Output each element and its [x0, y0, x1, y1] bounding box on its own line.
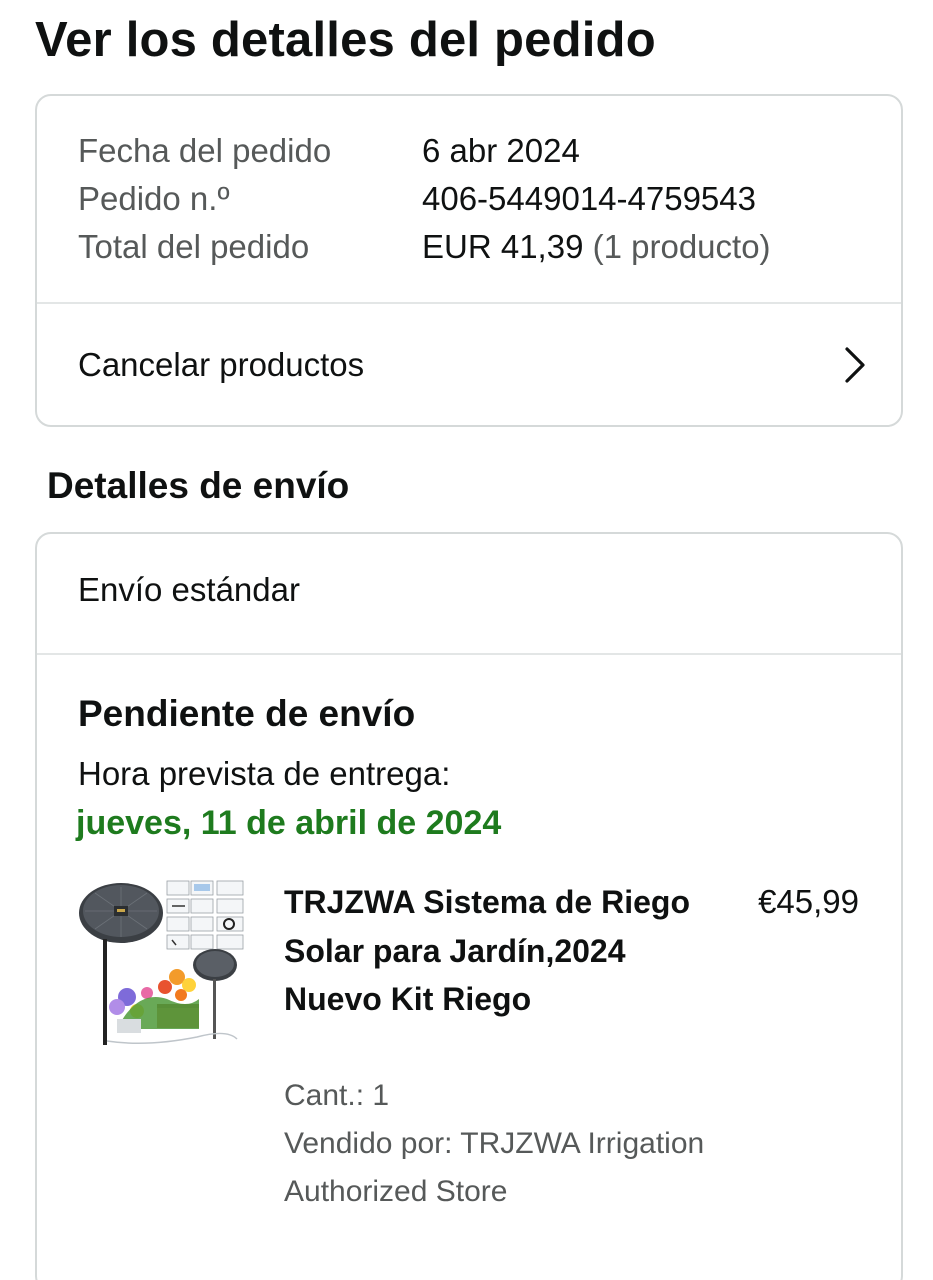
order-number-row: Pedido n.º 406-5449014-4759543: [78, 175, 756, 223]
shipping-divider: [37, 653, 901, 655]
cancel-products-label: Cancelar productos: [78, 346, 365, 383]
order-date-value: 6 abr 2024: [422, 132, 580, 169]
cancel-products-button[interactable]: Cancelar productos: [37, 303, 901, 427]
order-details-page: Ver los detalles del pedido Fecha del pe…: [0, 0, 933, 1280]
order-date-label: Fecha del pedido: [78, 132, 332, 169]
order-date-row: Fecha del pedido 6 abr 2024: [78, 127, 580, 175]
order-total-value-group: EUR 41,39 (1 producto): [422, 223, 771, 271]
product-seller: Vendido por: TRJZWA Irrigation Authorize…: [284, 1127, 705, 1208]
product-title[interactable]: TRJZWA Sistema de Riego Solar para Jardí…: [284, 878, 704, 1024]
order-total-label: Total del pedido: [78, 228, 310, 265]
shipping-status: Pendiente de envío: [78, 693, 416, 734]
order-total-value: EUR 41,39: [422, 228, 584, 265]
order-total-count: (1 producto): [592, 228, 771, 265]
order-number-label: Pedido n.º: [78, 180, 230, 217]
shipping-method: Envío estándar: [78, 571, 300, 608]
accessories-grid: [166, 880, 244, 950]
shipping-section-title: Detalles de envío: [47, 465, 350, 506]
order-number-value: 406-5449014-4759543: [422, 180, 756, 217]
solar-irrigation-kit-image[interactable]: [77, 879, 245, 1049]
delivery-estimate-date: jueves, 11 de abril de 2024: [76, 804, 502, 842]
page-title: Ver los detalles del pedido: [35, 13, 656, 67]
order-summary-card: Fecha del pedido 6 abr 2024 Pedido n.º 4…: [35, 94, 903, 427]
order-total-row: Total del pedido EUR 41,39 (1 producto): [78, 223, 771, 271]
delivery-estimate-label: Hora prevista de entrega:: [78, 755, 451, 792]
product-price: €45,99: [758, 883, 859, 920]
shipping-card: Envío estándar Pendiente de envío Hora p…: [35, 532, 903, 1280]
product-quantity: Cant.: 1: [284, 1079, 390, 1112]
chevron-right-icon: [845, 347, 865, 383]
